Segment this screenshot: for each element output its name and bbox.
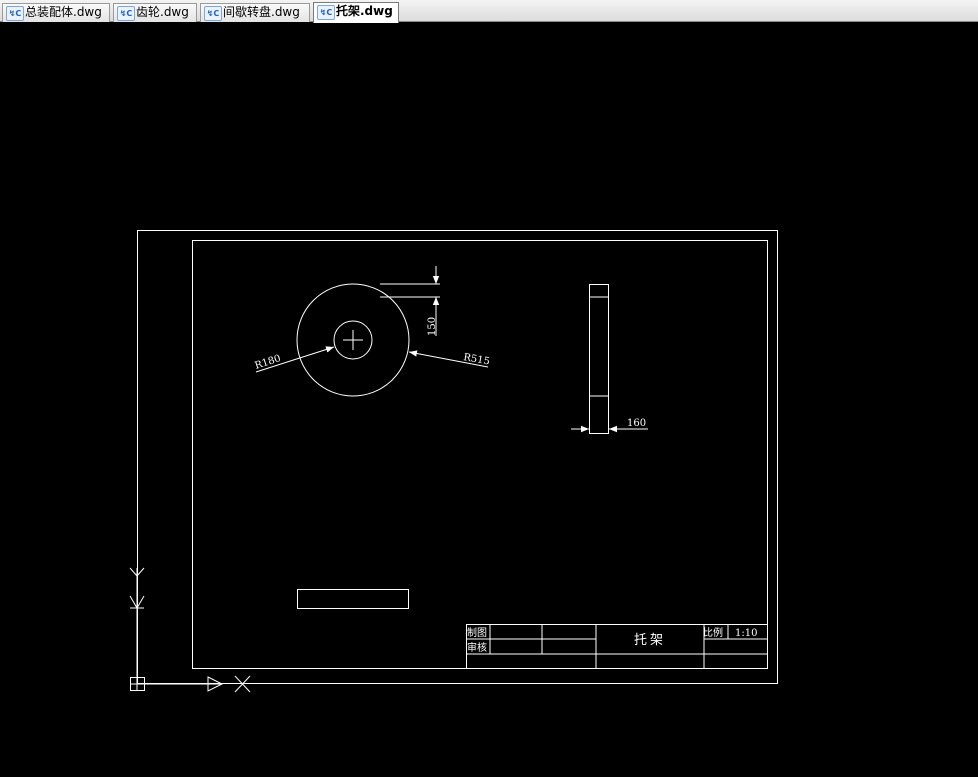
drawing-canvas[interactable]: R180 R515 150 160 制图 审核 托架 比例 1:10 [0, 23, 978, 777]
cad-file-icon: ↯C [317, 5, 335, 20]
drawn-by-label: 制图 [467, 626, 487, 639]
cad-file-icon: ↯C [117, 6, 135, 21]
tab-intermittent-turntable[interactable]: ↯C 间歇转盘.dwg [200, 3, 310, 22]
tab-bracket[interactable]: ↯C 托架.dwg [313, 2, 399, 23]
drawing-frame [192, 240, 768, 669]
cad-file-icon: ↯C [204, 6, 222, 21]
annotation-box [297, 589, 409, 609]
side-view-body [589, 284, 609, 434]
scale-value: 1:10 [735, 628, 757, 639]
dim-150-text: 150 [427, 317, 438, 336]
part-name: 托架 [634, 633, 666, 648]
checked-by-label: 审核 [467, 641, 487, 654]
dim-160-text: 160 [627, 418, 646, 429]
tab-label: 间歇转盘.dwg [223, 5, 300, 19]
document-tab-bar: ↯C 总装配体.dwg ↯C 齿轮.dwg ↯C 间歇转盘.dwg ↯C 托架.… [0, 0, 978, 23]
scale-label: 比例 [703, 626, 723, 639]
cad-file-icon: ↯C [6, 6, 24, 21]
tab-label: 齿轮.dwg [136, 5, 189, 19]
tab-gear[interactable]: ↯C 齿轮.dwg [113, 3, 197, 22]
dim-r180-text: R180 [254, 353, 283, 372]
ucs-icon [129, 567, 251, 693]
tab-label: 托架.dwg [336, 4, 393, 18]
sheet-border [137, 230, 778, 684]
tab-label: 总装配体.dwg [25, 5, 102, 19]
tab-assembly[interactable]: ↯C 总装配体.dwg [2, 3, 110, 22]
dim-r515-text: R515 [462, 352, 490, 367]
